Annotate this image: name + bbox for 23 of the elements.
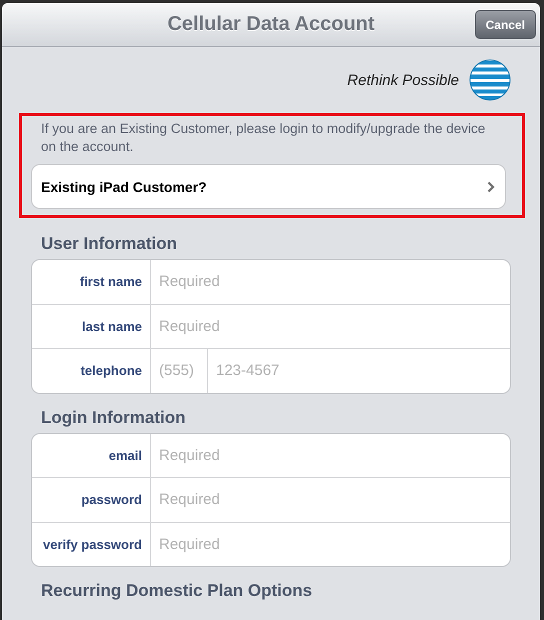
input-field[interactable]: Required bbox=[151, 260, 510, 304]
input-field[interactable]: 123-4567 bbox=[208, 349, 510, 392]
field-label: telephone bbox=[32, 349, 151, 392]
globe-icon bbox=[469, 59, 511, 101]
section-heading: Login Information bbox=[40, 406, 186, 429]
brand-tagline: Rethink Possible bbox=[347, 72, 459, 88]
field-label: email bbox=[32, 434, 151, 477]
window-title: Cellular Data Account bbox=[167, 13, 375, 36]
cancel-button[interactable]: Cancel bbox=[474, 10, 536, 39]
input-field[interactable]: Required bbox=[151, 304, 510, 348]
input-field[interactable]: Required bbox=[151, 478, 510, 522]
field-label: last name bbox=[32, 304, 151, 348]
existing-customer-button[interactable]: Existing iPad Customer? bbox=[31, 164, 506, 209]
field-label: first name bbox=[32, 260, 151, 304]
field-label: password bbox=[32, 478, 151, 522]
section-heading: User Information bbox=[40, 233, 178, 255]
chevron-icon bbox=[487, 180, 495, 192]
section-heading: Recurring Domestic Plan Options bbox=[40, 580, 312, 602]
input-field[interactable]: (555) bbox=[151, 349, 208, 392]
input-field[interactable]: Required bbox=[151, 522, 510, 566]
input-field[interactable]: Required bbox=[151, 434, 510, 477]
field-label: verify password bbox=[32, 522, 151, 566]
info-message: If you are an Existing Customer, please login to modify/upgrade the device on the account. bbox=[40, 120, 486, 156]
